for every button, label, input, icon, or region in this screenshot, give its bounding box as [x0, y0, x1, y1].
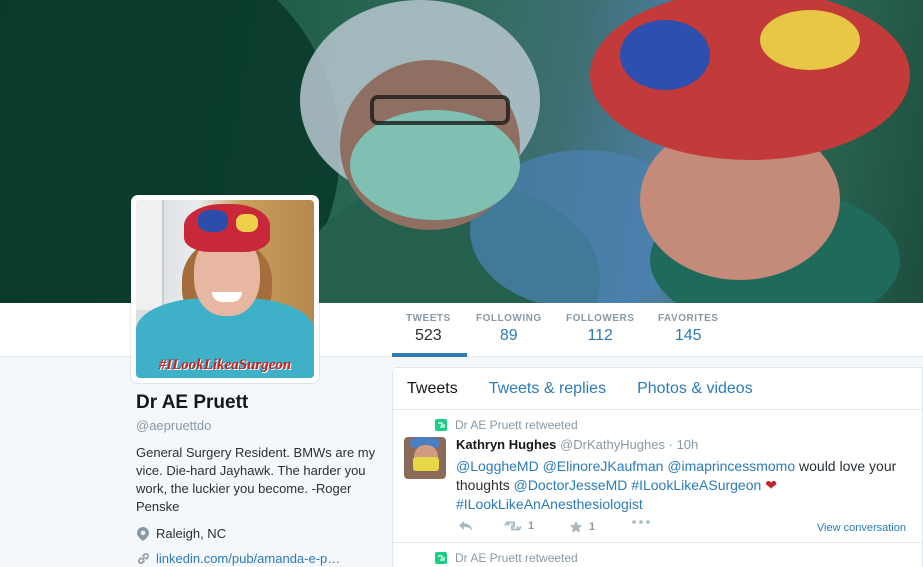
tab-photos-and-videos[interactable]: Photos & videos [637, 380, 753, 398]
stat-following-value: 89 [499, 327, 518, 344]
stat-favorites-value: 145 [674, 327, 702, 344]
retweet-context: Dr AE Pruett retweeted [435, 418, 578, 432]
more-dots-icon [632, 520, 650, 524]
tweet-item[interactable]: Dr AE Pruett retweeted Kathryn Hughes @D… [393, 410, 922, 543]
stat-tweets-value: 523 [414, 327, 442, 344]
stat-favorites-label: FAVORITES [658, 313, 719, 324]
stat-followers-value: 112 [587, 327, 613, 344]
location-pin-icon [136, 526, 150, 541]
retweet-badge-icon [435, 552, 447, 564]
timeline-tabs: Tweets Tweets & replies Photos & videos [393, 368, 922, 410]
favorite-count: 1 [589, 521, 596, 533]
avatar-caption: #ILookLikeaSurgeon [158, 357, 292, 373]
tweet-header: Kathryn Hughes @DrKathyHughes · 10h [456, 437, 698, 452]
mention-link[interactable]: @DoctorJesseMD [514, 477, 628, 493]
mention-link[interactable]: @LoggheMD [456, 458, 539, 474]
website-link[interactable]: linkedin.com/pub/amanda-e-p… [156, 551, 340, 566]
stat-followers-label: FOLLOWERS [566, 313, 635, 324]
tweet-actions: 1 1 View conversation [456, 520, 916, 536]
tweet-author-handle[interactable]: @DrKathyHughes [560, 437, 665, 452]
star-icon [569, 520, 583, 533]
retweet-badge-icon [435, 419, 447, 431]
favorite-button[interactable]: 1 [569, 520, 595, 534]
retweet-context-label[interactable]: Dr AE Pruett retweeted [455, 418, 578, 432]
profile-avatar[interactable]: #ILookLikeaSurgeon [131, 195, 319, 383]
stat-following[interactable]: FOLLOWING 89 [476, 313, 542, 345]
heart-emoji-icon: ❤ [765, 477, 777, 493]
reply-icon [459, 521, 473, 531]
stat-followers[interactable]: FOLLOWERS 112 [566, 313, 634, 345]
retweet-context: Dr AE Pruett retweeted [435, 551, 578, 565]
tweet-timestamp[interactable]: · 10h [669, 437, 699, 452]
hashtag-link[interactable]: #ILookLikeASurgeon [631, 477, 761, 493]
tab-tweets-and-replies[interactable]: Tweets & replies [489, 380, 606, 398]
profile-bio: General Surgery Resident. BMWs are my vi… [136, 445, 376, 514]
location-text: Raleigh, NC [156, 526, 227, 541]
tab-tweets[interactable]: Tweets [407, 380, 458, 398]
retweet-context-label[interactable]: Dr AE Pruett retweeted [455, 551, 578, 565]
more-button[interactable] [632, 520, 650, 524]
mention-link[interactable]: @imaprincessmomo [667, 458, 795, 474]
retweet-icon [504, 520, 522, 532]
profile-handle[interactable]: @aepruettdo [136, 418, 376, 433]
reply-button[interactable] [458, 520, 474, 532]
stat-following-label: FOLLOWING [476, 313, 542, 324]
profile-card: Dr AE Pruett @aepruettdo General Surgery… [136, 392, 376, 566]
profile-page: TWEETS 523 FOLLOWING 89 FOLLOWERS 112 FA… [0, 0, 923, 567]
profile-location: Raleigh, NC [136, 526, 376, 541]
mention-link[interactable]: @ElinoreJKaufman [543, 458, 664, 474]
link-icon [136, 552, 150, 566]
tweet-author-avatar[interactable] [404, 437, 446, 479]
view-conversation-link[interactable]: View conversation [817, 522, 906, 534]
profile-website[interactable]: linkedin.com/pub/amanda-e-p… [136, 551, 376, 566]
tweet-text: @LoggheMD @ElinoreJKaufman @imaprincessm… [456, 457, 916, 514]
profile-name[interactable]: Dr AE Pruett [136, 392, 376, 414]
retweet-button[interactable]: 1 [504, 520, 534, 532]
tweet-item[interactable]: Dr AE Pruett retweeted [393, 543, 922, 567]
retweet-count: 1 [528, 520, 535, 532]
tweet-author-name[interactable]: Kathryn Hughes [456, 437, 556, 452]
stat-tweets[interactable]: TWEETS 523 [392, 313, 467, 357]
stat-tweets-label: TWEETS [406, 313, 451, 324]
timeline: Tweets Tweets & replies Photos & videos … [392, 367, 923, 567]
hashtag-link[interactable]: #ILookLikeAnAnesthesiologist [456, 496, 643, 512]
stat-favorites[interactable]: FAVORITES 145 [658, 313, 718, 345]
avatar-photo: #ILookLikeaSurgeon [136, 200, 314, 378]
